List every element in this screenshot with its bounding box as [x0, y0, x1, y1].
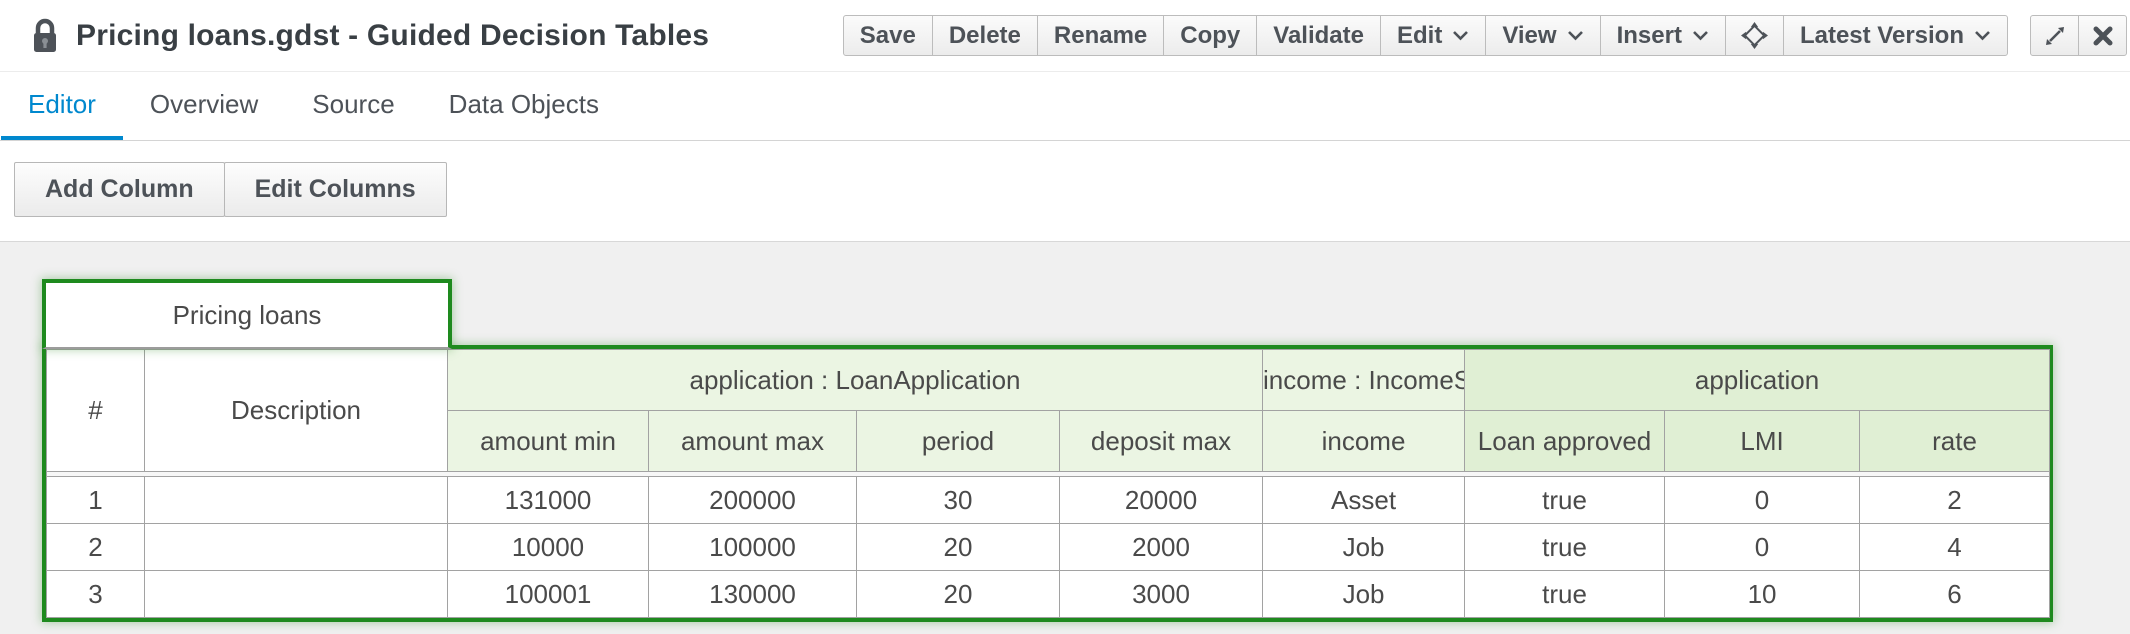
- table-cell[interactable]: 2000: [1060, 524, 1263, 571]
- table-cell[interactable]: 100000: [649, 524, 857, 571]
- group-header-label: application: [1465, 365, 2049, 396]
- tab-editor[interactable]: Editor: [1, 72, 123, 140]
- description-cell[interactable]: [145, 524, 448, 571]
- table-cell[interactable]: 20: [857, 571, 1060, 618]
- table-cell[interactable]: true: [1465, 477, 1665, 524]
- table-cell[interactable]: 30: [857, 477, 1060, 524]
- move-icon: [1741, 22, 1768, 49]
- table-cell[interactable]: 20: [857, 524, 1060, 571]
- editor-tab-bar: Editor Overview Source Data Objects: [0, 72, 2130, 141]
- edit-menu-button[interactable]: Edit: [1380, 15, 1486, 56]
- description-column-header[interactable]: Description: [145, 350, 448, 472]
- table-cell[interactable]: 0: [1665, 524, 1860, 571]
- decision-table-title-cell[interactable]: Pricing loans: [42, 279, 452, 349]
- column-header-loan-approved[interactable]: Loan approved: [1465, 411, 1665, 472]
- column-header-amount-max[interactable]: amount max: [649, 411, 857, 472]
- column-header-period[interactable]: period: [857, 411, 1060, 472]
- caret-down-icon: [1692, 30, 1709, 41]
- table-cell[interactable]: 130000: [649, 571, 857, 618]
- table-cell[interactable]: 3000: [1060, 571, 1263, 618]
- title-bar: Pricing loans.gdst - Guided Decision Tab…: [0, 0, 2130, 72]
- save-button[interactable]: Save: [843, 15, 933, 56]
- delete-button[interactable]: Delete: [932, 15, 1038, 56]
- asset-toolbar: Save Delete Rename Copy Validate Edit Vi…: [843, 15, 2008, 56]
- version-selector-button[interactable]: Latest Version: [1783, 15, 2008, 56]
- caret-down-icon: [1452, 30, 1469, 41]
- view-menu-label: View: [1502, 22, 1556, 50]
- row-number-column-header[interactable]: #: [47, 350, 145, 472]
- group-header-loan-application[interactable]: application : LoanApplication: [448, 350, 1263, 411]
- table-cell[interactable]: 6: [1860, 571, 2050, 618]
- table-cell[interactable]: Asset: [1263, 477, 1465, 524]
- description-cell[interactable]: [145, 571, 448, 618]
- tab-source[interactable]: Source: [285, 72, 421, 140]
- group-header-label: application : LoanApplication: [448, 365, 1262, 396]
- edit-menu-label: Edit: [1397, 22, 1442, 50]
- row-number-cell[interactable]: 2: [47, 524, 145, 571]
- caret-down-icon: [1567, 30, 1584, 41]
- rename-button[interactable]: Rename: [1037, 15, 1164, 56]
- editor-canvas: Pricing loans # Description application …: [0, 241, 2130, 634]
- tab-overview[interactable]: Overview: [123, 72, 285, 140]
- copy-button[interactable]: Copy: [1163, 15, 1257, 56]
- maximize-button[interactable]: [2030, 15, 2079, 56]
- column-header-income[interactable]: income: [1263, 411, 1465, 472]
- table-cell[interactable]: 10: [1665, 571, 1860, 618]
- panel-controls: [2030, 15, 2127, 56]
- column-header-deposit-max[interactable]: deposit max: [1060, 411, 1263, 472]
- edit-columns-button[interactable]: Edit Columns: [224, 162, 447, 217]
- add-column-button[interactable]: Add Column: [14, 162, 225, 217]
- group-header-application-actions[interactable]: application: [1465, 350, 2050, 411]
- table-cell[interactable]: 2: [1860, 477, 2050, 524]
- lock-icon: [30, 17, 60, 55]
- insert-menu-label: Insert: [1617, 22, 1682, 50]
- table-row: 1 131000 200000 30 20000 Asset true 0 2: [47, 477, 2050, 524]
- table-cell[interactable]: true: [1465, 571, 1665, 618]
- expand-icon: [2043, 24, 2067, 48]
- column-header-rate[interactable]: rate: [1860, 411, 2050, 472]
- row-number-cell[interactable]: 3: [47, 571, 145, 618]
- table-cell[interactable]: 0: [1665, 477, 1860, 524]
- view-menu-button[interactable]: View: [1485, 15, 1600, 56]
- tab-data-objects[interactable]: Data Objects: [422, 72, 626, 140]
- reposition-button[interactable]: [1725, 15, 1784, 56]
- table-cell[interactable]: Job: [1263, 524, 1465, 571]
- table-cell[interactable]: 131000: [448, 477, 649, 524]
- decision-table-grid: # Description application : LoanApplicat…: [42, 345, 2053, 622]
- row-number-cell[interactable]: 1: [47, 477, 145, 524]
- table-cell[interactable]: true: [1465, 524, 1665, 571]
- validate-button[interactable]: Validate: [1256, 15, 1381, 56]
- column-header-lmi[interactable]: LMI: [1665, 411, 1860, 472]
- version-selector-label: Latest Version: [1800, 22, 1964, 50]
- close-icon: [2092, 25, 2114, 47]
- table-cell[interactable]: 100001: [448, 571, 649, 618]
- guided-decision-table: Pricing loans # Description application …: [42, 279, 2053, 622]
- table-row: 3 100001 130000 20 3000 Job true 10 6: [47, 571, 2050, 618]
- column-header-amount-min[interactable]: amount min: [448, 411, 649, 472]
- table-cell[interactable]: 200000: [649, 477, 857, 524]
- table-cell[interactable]: 10000: [448, 524, 649, 571]
- close-button[interactable]: [2078, 15, 2127, 56]
- table-row: 2 10000 100000 20 2000 Job true 0 4: [47, 524, 2050, 571]
- table-cell[interactable]: Job: [1263, 571, 1465, 618]
- description-cell[interactable]: [145, 477, 448, 524]
- page-title: Pricing loans.gdst - Guided Decision Tab…: [76, 19, 709, 53]
- group-header-income-source[interactable]: income : IncomeSource: [1263, 350, 1465, 411]
- group-header-label: income : IncomeSource: [1263, 365, 1464, 396]
- table-actions-row: Add Column Edit Columns: [0, 141, 2130, 241]
- table-cell[interactable]: 4: [1860, 524, 2050, 571]
- caret-down-icon: [1974, 30, 1991, 41]
- table-cell[interactable]: 20000: [1060, 477, 1263, 524]
- insert-menu-button[interactable]: Insert: [1600, 15, 1726, 56]
